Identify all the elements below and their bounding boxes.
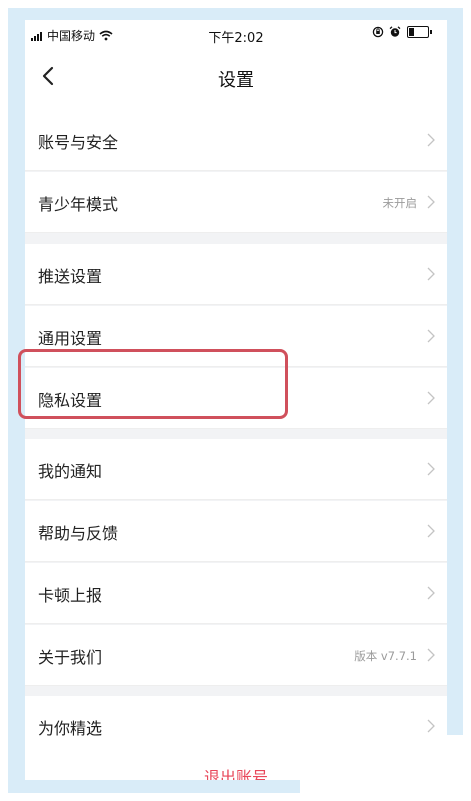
chevron-right-icon xyxy=(427,524,435,538)
nav-bar: 设置 xyxy=(25,48,447,111)
logout-label: 退出账号 xyxy=(203,768,268,780)
chevron-right-icon xyxy=(427,329,435,343)
settings-item-label: 通用设置 xyxy=(38,329,103,348)
settings-item-label: 关于我们 xyxy=(38,648,103,667)
settings-item-label: 为你精选 xyxy=(38,719,103,738)
settings-item-about-us[interactable]: 关于我们 版本 v7.7.1 xyxy=(25,625,447,686)
chevron-right-icon xyxy=(427,133,435,147)
settings-item-youth-mode[interactable]: 青少年模式 未开启 xyxy=(25,172,447,233)
settings-item-label: 青少年模式 xyxy=(38,195,119,214)
settings-item-push-settings[interactable]: 推送设置 xyxy=(25,244,447,305)
highlight-box xyxy=(18,349,288,419)
battery-icon xyxy=(407,26,432,38)
chevron-right-icon xyxy=(427,648,435,662)
chevron-right-icon xyxy=(427,267,435,281)
settings-item-label: 账号与安全 xyxy=(38,133,119,152)
crop-cover xyxy=(300,735,471,801)
chevron-right-icon xyxy=(427,586,435,600)
chevron-right-icon xyxy=(427,462,435,476)
settings-item-help-feedback[interactable]: 帮助与反馈 xyxy=(25,501,447,562)
status-bar: 中国移动 下午2:02 xyxy=(25,20,447,48)
settings-item-label: 卡顿上报 xyxy=(38,586,103,605)
chevron-right-icon xyxy=(427,195,435,209)
rotation-lock-icon xyxy=(372,26,384,38)
settings-item-my-notifications[interactable]: 我的通知 xyxy=(25,439,447,500)
settings-item-label: 推送设置 xyxy=(38,267,103,286)
alarm-icon xyxy=(389,26,401,37)
chevron-right-icon xyxy=(427,719,435,733)
page-title: 设置 xyxy=(218,70,254,91)
settings-item-lag-report[interactable]: 卡顿上报 xyxy=(25,563,447,624)
settings-item-label: 我的通知 xyxy=(38,462,103,481)
settings-item-label: 帮助与反馈 xyxy=(38,524,119,543)
chevron-right-icon xyxy=(427,391,435,405)
app-version: 版本 v7.7.1 xyxy=(354,649,417,663)
youth-mode-status: 未开启 xyxy=(382,196,418,210)
settings-item-account-security[interactable]: 账号与安全 xyxy=(25,110,447,171)
status-right xyxy=(372,26,432,38)
